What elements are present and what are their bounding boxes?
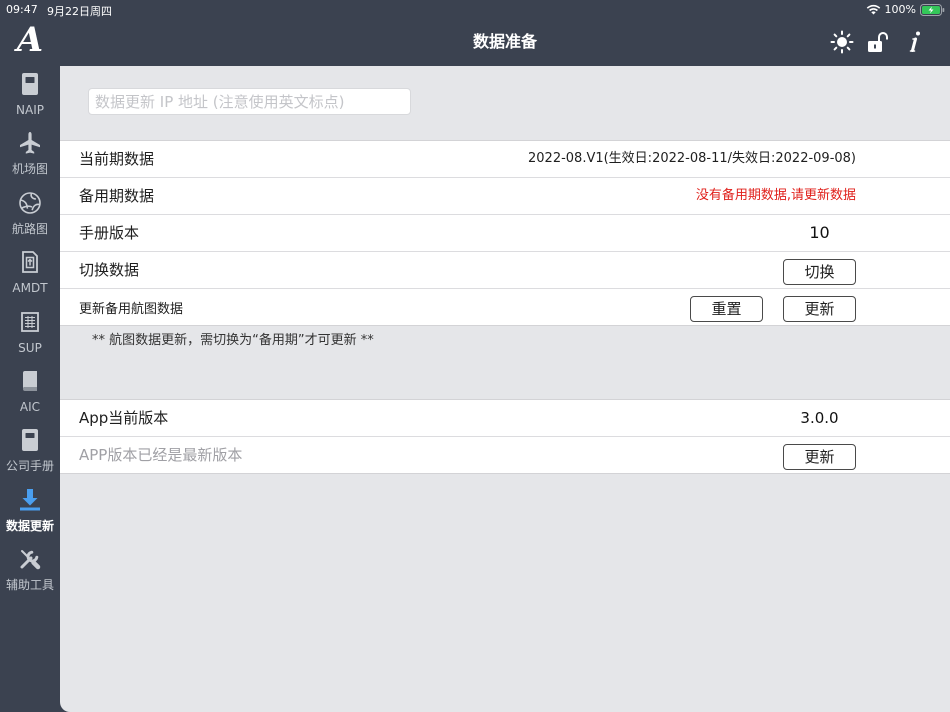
page-title: 数据准备 <box>472 32 537 51</box>
battery-percent: 100% <box>884 3 916 16</box>
table-row: 手册版本 10 <box>60 215 950 252</box>
sidebar-item-enroute-charts[interactable]: 航路图 <box>0 191 60 237</box>
app-version-value: 3.0.0 <box>800 409 839 427</box>
sidebar-item-label: NAIP <box>16 103 44 117</box>
backup-data-label: 备用期数据 <box>79 187 155 205</box>
sidebar-item-label: AIC <box>19 400 41 414</box>
naip-book-icon <box>18 72 42 96</box>
status-time: 09:47 <box>6 3 38 16</box>
update-backup-label: 更新备用航图数据 <box>79 302 184 317</box>
sidebar-item-sup[interactable]: SUP <box>0 310 60 356</box>
sidebar-item-label: AMDT <box>12 281 48 296</box>
main-content: 当前期数据 2022-08.V1(生效日:2022-08-11/失效日:2022… <box>60 66 950 712</box>
navigation-bar: 数据准备 <box>60 18 950 66</box>
table-row: 切换数据 切换 <box>60 252 950 289</box>
update-app-button[interactable]: 更新 <box>783 444 856 470</box>
update-note: ** 航图数据更新，需切换为“备用期”才可更新 ** <box>92 333 374 348</box>
sidebar-item-airport-charts[interactable]: 机场图 <box>0 131 60 177</box>
update-chart-button[interactable]: 更新 <box>783 296 856 322</box>
airplane-icon <box>18 131 42 155</box>
manual-version-label: 手册版本 <box>79 224 140 242</box>
switch-data-label: 切换数据 <box>79 261 140 279</box>
sidebar-item-company-manual[interactable]: 公司手册 <box>0 428 60 474</box>
amendment-doc-icon <box>18 250 42 274</box>
table-row: APP版本已经是最新版本 更新 <box>60 437 950 473</box>
current-data-value: 2022-08.V1(生效日:2022-08-11/失效日:2022-09-08… <box>528 151 856 166</box>
sidebar-item-label: SUP <box>18 340 42 355</box>
sidebar-item-label: 机场图 <box>11 162 48 177</box>
ip-address-input[interactable] <box>88 88 411 115</box>
info-icon[interactable] <box>903 30 927 54</box>
sidebar-item-aic[interactable]: AIC <box>0 369 60 415</box>
sidebar-item-label: 公司手册 <box>5 459 54 474</box>
app-logo: A <box>16 20 44 60</box>
current-data-label: 当前期数据 <box>79 150 155 168</box>
status-indicators: 100% <box>866 3 945 16</box>
sidebar-item-label: 航路图 <box>11 221 48 236</box>
sidebar-item-tools[interactable]: 辅助工具 <box>0 547 60 593</box>
grid-doc-icon <box>18 310 42 334</box>
sidebar-item-amdt[interactable]: AMDT <box>0 250 60 296</box>
manual-version-value: 10 <box>809 223 830 242</box>
book-icon <box>18 369 42 393</box>
reset-button[interactable]: 重置 <box>690 296 763 322</box>
table-row: App当前版本 3.0.0 <box>60 400 950 437</box>
wifi-icon <box>866 4 880 15</box>
download-icon <box>18 488 42 512</box>
backup-data-value: 没有备用期数据,请更新数据 <box>695 188 856 203</box>
tools-icon <box>18 547 42 571</box>
chart-data-group: 当前期数据 2022-08.V1(生效日:2022-08-11/失效日:2022… <box>60 140 950 326</box>
sidebar-item-label: 数据更新 <box>5 518 54 533</box>
app-version-group: App当前版本 3.0.0 APP版本已经是最新版本 更新 <box>60 399 950 474</box>
app-status-label: APP版本已经是最新版本 <box>79 446 243 464</box>
status-bar: 09:47 9月22日周四 100% <box>0 0 950 18</box>
app-version-label: App当前版本 <box>79 409 169 427</box>
brightness-icon[interactable] <box>830 30 854 54</box>
globe-icon <box>18 191 42 215</box>
table-row: 当前期数据 2022-08.V1(生效日:2022-08-11/失效日:2022… <box>60 141 950 178</box>
table-row: 备用期数据 没有备用期数据,请更新数据 <box>60 178 950 215</box>
battery-icon <box>920 3 945 16</box>
sidebar-item-naip[interactable]: NAIP <box>0 72 60 118</box>
table-row: 更新备用航图数据 重置 更新 <box>60 289 950 325</box>
sidebar-item-label: 辅助工具 <box>5 578 54 593</box>
manual-icon <box>18 428 42 452</box>
unlock-icon[interactable] <box>866 30 890 54</box>
sidebar-item-data-update[interactable]: 数据更新 <box>0 488 60 534</box>
status-date: 9月22日周四 <box>47 5 112 18</box>
switch-button[interactable]: 切换 <box>783 259 856 285</box>
